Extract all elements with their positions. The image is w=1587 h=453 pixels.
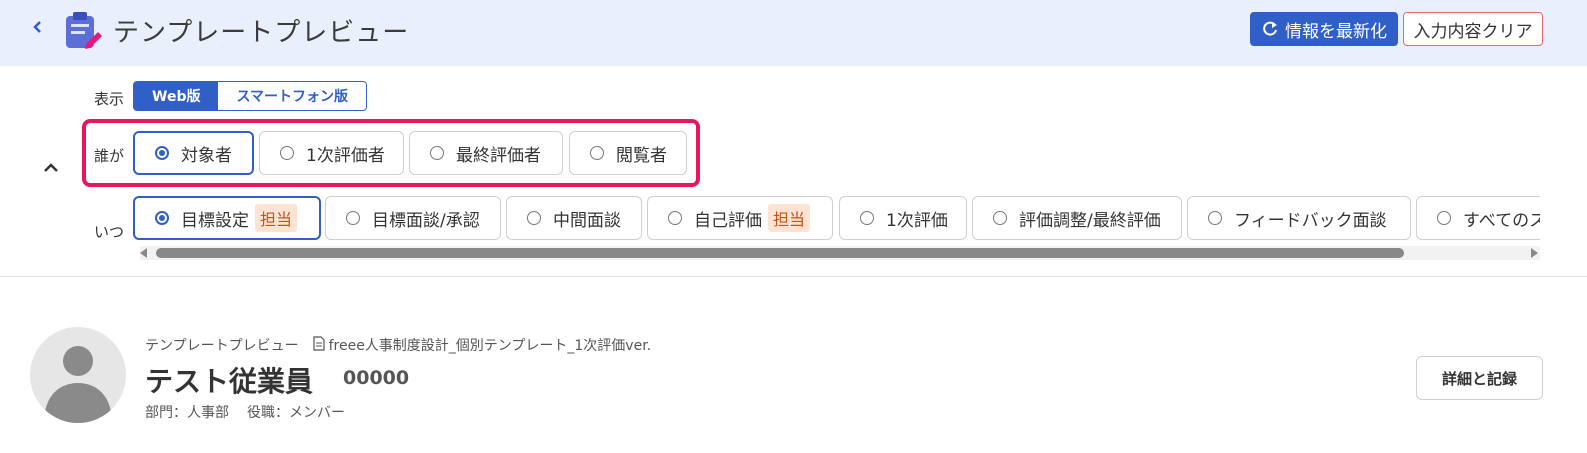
assigned-badge: 担当	[768, 204, 811, 232]
assigned-badge: 担当	[255, 204, 298, 232]
when-option-label: 目標設定	[181, 210, 249, 231]
details-and-records-button[interactable]: 詳細と記録	[1416, 356, 1543, 400]
when-option-label: すべてのス	[1463, 210, 1540, 231]
horizontal-scrollbar[interactable]	[140, 246, 1540, 260]
radio-icon	[1208, 211, 1222, 225]
when-label: いつ	[94, 223, 125, 241]
who-option-label: 対象者	[181, 145, 232, 166]
when-option-midterm-interview[interactable]: 中間面談	[506, 196, 642, 240]
user-placeholder-icon	[44, 346, 112, 423]
display-option-smartphone[interactable]: スマートフォン版	[218, 82, 367, 110]
display-option-web[interactable]: Web版	[134, 82, 219, 110]
when-option-label: 目標面談/承認	[372, 210, 480, 231]
scroll-right-arrow-icon[interactable]	[1531, 248, 1538, 258]
who-option-label: 1次評価者	[306, 145, 385, 166]
chevron-left-icon	[33, 21, 41, 33]
radio-icon	[430, 146, 444, 160]
when-option-goal-interview[interactable]: 目標面談/承認	[325, 196, 501, 240]
page-header: テンプレートプレビュー 情報を最新化 入力内容クリア	[0, 0, 1587, 66]
page-title: テンプレートプレビュー	[113, 18, 410, 48]
collapse-button[interactable]	[38, 158, 64, 184]
employee-department: 部門：人事部	[145, 405, 229, 421]
when-option-label: フィードバック面談	[1234, 210, 1387, 231]
when-option-feedback-interview[interactable]: フィードバック面談	[1187, 196, 1411, 240]
when-option-label: 評価調整/最終評価	[1019, 210, 1161, 231]
clear-input-button[interactable]: 入力内容クリア	[1403, 12, 1543, 46]
who-option-label: 閲覧者	[616, 145, 667, 166]
who-option-first-evaluator[interactable]: 1次評価者	[259, 131, 404, 175]
section-divider	[0, 276, 1587, 277]
who-option-final-evaluator[interactable]: 最終評価者	[409, 131, 563, 175]
when-option-label: 1次評価	[886, 210, 948, 231]
who-option-subject[interactable]: 対象者	[133, 131, 254, 175]
back-button[interactable]	[26, 16, 48, 42]
radio-icon	[1437, 211, 1451, 225]
chevron-up-icon	[44, 163, 58, 172]
refresh-info-button[interactable]: 情報を最新化	[1250, 12, 1398, 46]
when-option-label: 中間面談	[553, 210, 621, 231]
radio-checked-icon	[155, 146, 169, 160]
radio-icon	[993, 211, 1007, 225]
radio-icon	[590, 146, 604, 160]
employee-position: 役職：メンバー	[247, 405, 345, 421]
who-label: 誰が	[94, 147, 125, 165]
scroll-left-arrow-icon[interactable]	[140, 248, 147, 258]
who-option-viewer[interactable]: 閲覧者	[569, 131, 687, 175]
radio-icon	[527, 211, 541, 225]
template-name: freee人事制度設計_個別テンプレート_1次評価ver.	[328, 338, 652, 354]
when-option-label: 自己評価	[694, 210, 762, 231]
scrollbar-thumb[interactable]	[156, 248, 1404, 258]
radio-checked-icon	[155, 211, 169, 225]
refresh-icon	[1263, 21, 1277, 36]
employee-name: テスト従業員	[145, 365, 314, 398]
when-option-self-evaluation[interactable]: 自己評価 担当	[647, 196, 833, 240]
display-label: 表示	[94, 90, 125, 108]
clipboard-edit-icon	[62, 10, 104, 52]
when-option-final-evaluation[interactable]: 評価調整/最終評価	[972, 196, 1182, 240]
radio-icon	[280, 146, 294, 160]
avatar	[30, 327, 126, 423]
radio-icon	[668, 211, 682, 225]
radio-icon	[860, 211, 874, 225]
breadcrumb: テンプレートプレビュー freee人事制度設計_個別テンプレート_1次評価ver…	[145, 335, 651, 355]
document-icon	[312, 335, 325, 355]
when-option-first-evaluation[interactable]: 1次評価	[839, 196, 967, 240]
radio-icon	[346, 211, 360, 225]
when-option-all[interactable]: すべてのス	[1416, 196, 1540, 240]
display-toggle: Web版 スマートフォン版	[133, 81, 368, 111]
when-option-goal-setting[interactable]: 目標設定 担当	[133, 196, 321, 240]
when-options-scroller[interactable]: 目標設定 担当 目標面談/承認 中間面談 自己評価 担当 1次評価 評価調整/最…	[133, 196, 1540, 246]
refresh-info-label: 情報を最新化	[1285, 21, 1387, 42]
who-option-label: 最終評価者	[456, 145, 541, 166]
employee-id: 00000	[343, 367, 410, 389]
breadcrumb-root: テンプレートプレビュー	[145, 338, 299, 354]
employee-meta: 部門：人事部 役職：メンバー	[145, 402, 345, 422]
